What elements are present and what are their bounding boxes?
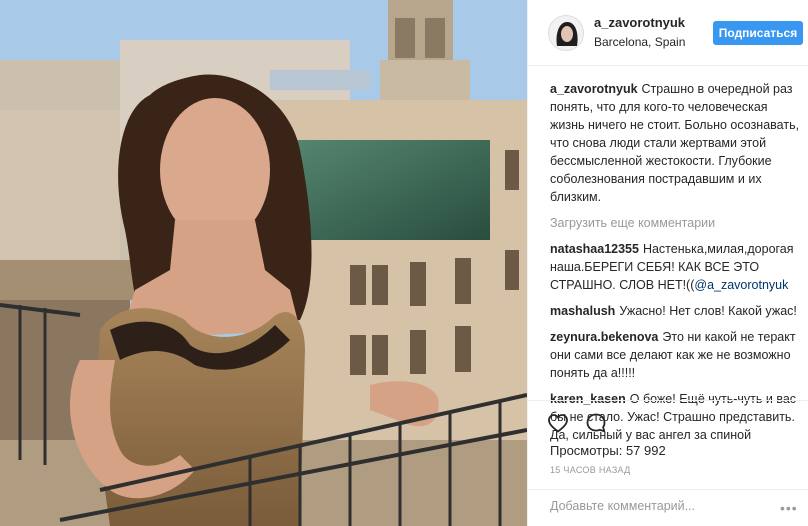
views-label: Просмотры: (550, 443, 623, 458)
caption: a_zavorotnyuk Страшно в очередной раз пон… (550, 80, 805, 206)
follow-button[interactable]: Подписаться (713, 21, 803, 45)
comment-item: mashalush Ужасно! Нет слов! Какой ужас! (550, 302, 805, 320)
add-comment-input[interactable] (550, 499, 750, 513)
comment-mention[interactable]: @a_zavorotnyuk (694, 278, 788, 292)
comments-list: a_zavorotnyuk Страшно в очередной раз пон… (550, 80, 805, 452)
post-location[interactable]: Barcelona, Spain (594, 35, 685, 49)
avatar[interactable] (548, 15, 584, 51)
comment-bubble-icon[interactable] (584, 411, 608, 435)
comment-item: natashaa12355 Настенька,милая,дорогая наш… (550, 240, 805, 294)
caption-text: Страшно в очередной раз понять, что для … (550, 82, 800, 204)
post-video[interactable] (0, 0, 527, 526)
load-more-comments-link[interactable]: Загрузить еще комментарии (550, 214, 805, 232)
comment-item: zeynura.bekenova Это ни какой не теракт о… (550, 328, 805, 382)
comment-username[interactable]: zeynura.bekenova (550, 330, 658, 344)
add-comment-bar: ••• (528, 489, 808, 526)
avatar-image (549, 16, 583, 50)
comment-username[interactable]: mashalush (550, 304, 615, 318)
post-actions: Просмотры: 57 992 15 ЧАСОВ НАЗАД ••• (528, 400, 808, 526)
caption-username[interactable]: a_zavorotnyuk (550, 82, 638, 96)
post-timestamp[interactable]: 15 ЧАСОВ НАЗАД (550, 465, 631, 475)
post-header: a_zavorotnyuk Barcelona, Spain Подписать… (528, 0, 808, 66)
comment-text: Ужасно! Нет слов! Какой ужас! (619, 304, 797, 318)
comment-username[interactable]: natashaa12355 (550, 242, 639, 256)
views-value: 57 992 (625, 443, 666, 458)
heart-icon[interactable] (546, 411, 570, 435)
views-count: Просмотры: 57 992 (550, 443, 666, 458)
more-dots-icon[interactable]: ••• (780, 500, 798, 516)
post-sidebar: a_zavorotnyuk Barcelona, Spain Подписать… (527, 0, 808, 526)
video-frame-illustration (0, 0, 527, 526)
post-username[interactable]: a_zavorotnyuk (594, 15, 685, 30)
